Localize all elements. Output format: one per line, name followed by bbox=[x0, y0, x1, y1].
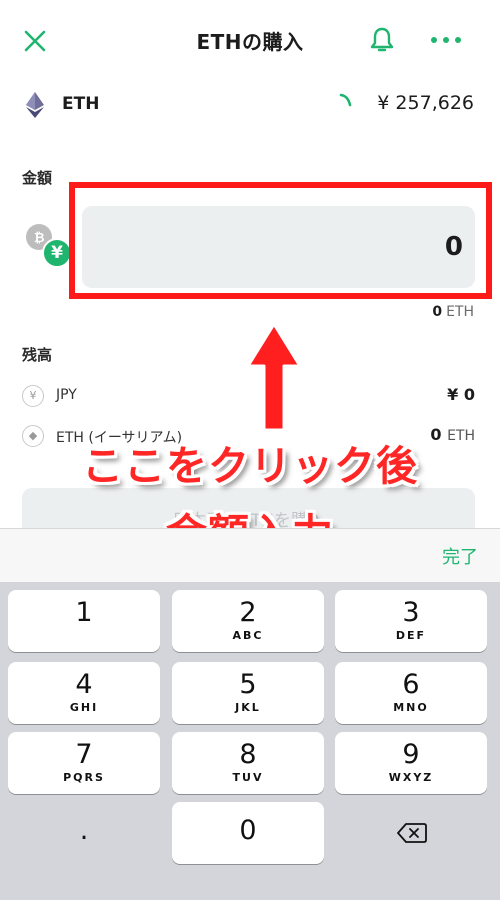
key-letters: JKL bbox=[235, 701, 261, 714]
bell-icon[interactable] bbox=[368, 25, 396, 55]
key-digit: 4 bbox=[75, 669, 93, 700]
instruction-text-line1: ここをクリック後 bbox=[82, 442, 418, 490]
yen-coin-icon: ¥ bbox=[42, 238, 72, 268]
numeric-keypad: 1 2 ABC 3 DEF 4 GHI 5 JKL 6 MNO 7 PQRS 8 TUV 9W… bbox=[0, 582, 500, 900]
balance-value: ¥ 0 bbox=[447, 385, 475, 404]
price-value: ¥ 257,626 bbox=[377, 92, 474, 114]
key-2[interactable]: 2 ABC bbox=[172, 590, 324, 652]
key-backspace[interactable] bbox=[335, 802, 487, 864]
key-letters: WXYZ bbox=[388, 771, 434, 784]
trend-icon bbox=[338, 92, 354, 108]
keyboard-toolbar: 完了 bbox=[0, 528, 500, 582]
key-8[interactable]: 8 TUV bbox=[172, 732, 324, 794]
key-digit: 7 bbox=[75, 739, 93, 770]
key-letters: ABC bbox=[232, 629, 264, 642]
eth-equivalent-value: 0 bbox=[432, 304, 443, 320]
key-letters: MNO bbox=[393, 701, 429, 714]
key-decimal[interactable]: . bbox=[8, 802, 160, 864]
key-digit: 3 bbox=[402, 597, 420, 628]
key-digit: 0 bbox=[239, 815, 257, 846]
eth-equivalent-unit: ETH bbox=[446, 304, 474, 320]
amount-label: 金額 bbox=[22, 169, 53, 187]
key-letters: PQRS bbox=[63, 771, 105, 784]
key-digit: . bbox=[79, 815, 89, 846]
key-letters: GHI bbox=[69, 701, 99, 714]
balance-name: JPY bbox=[56, 387, 77, 403]
done-button[interactable]: 完了 bbox=[442, 543, 478, 569]
key-letters: DEF bbox=[395, 629, 427, 642]
highlight-box bbox=[69, 182, 492, 299]
key-digit: 5 bbox=[239, 669, 257, 700]
key-digit: 8 bbox=[239, 739, 257, 770]
key-9[interactable]: 9 WXYZ bbox=[335, 732, 487, 794]
key-digit: 9 bbox=[402, 739, 420, 770]
svg-text:₿: ₿ bbox=[34, 231, 45, 246]
page-title: ETHの購入 bbox=[196, 30, 304, 54]
key-3[interactable]: 3 DEF bbox=[335, 590, 487, 652]
key-7[interactable]: 7 PQRS bbox=[8, 732, 160, 794]
key-digit: 6 bbox=[402, 669, 420, 700]
key-5[interactable]: 5 JKL bbox=[172, 662, 324, 724]
price-row: ETH ¥ 257,626 bbox=[0, 80, 500, 130]
yen-icon: ¥ bbox=[22, 385, 44, 407]
key-1[interactable]: 1 bbox=[8, 590, 160, 652]
asset-label: ETH bbox=[62, 94, 100, 114]
eth-equivalent: 0 ETH bbox=[432, 304, 474, 320]
key-digit: 1 bbox=[75, 597, 93, 628]
key-4[interactable]: 4 GHI bbox=[8, 662, 160, 724]
ethereum-icon bbox=[26, 92, 44, 118]
app-header: ETHの購入 bbox=[0, 0, 500, 80]
balance-label: 残高 bbox=[22, 346, 53, 364]
key-6[interactable]: 6 MNO bbox=[335, 662, 487, 724]
more-icon[interactable] bbox=[428, 28, 464, 52]
key-0[interactable]: 0 bbox=[172, 802, 324, 864]
key-digit: 2 bbox=[239, 597, 257, 628]
key-letters: TUV bbox=[232, 771, 264, 784]
up-arrow-icon bbox=[246, 322, 302, 432]
backspace-icon bbox=[397, 822, 427, 844]
